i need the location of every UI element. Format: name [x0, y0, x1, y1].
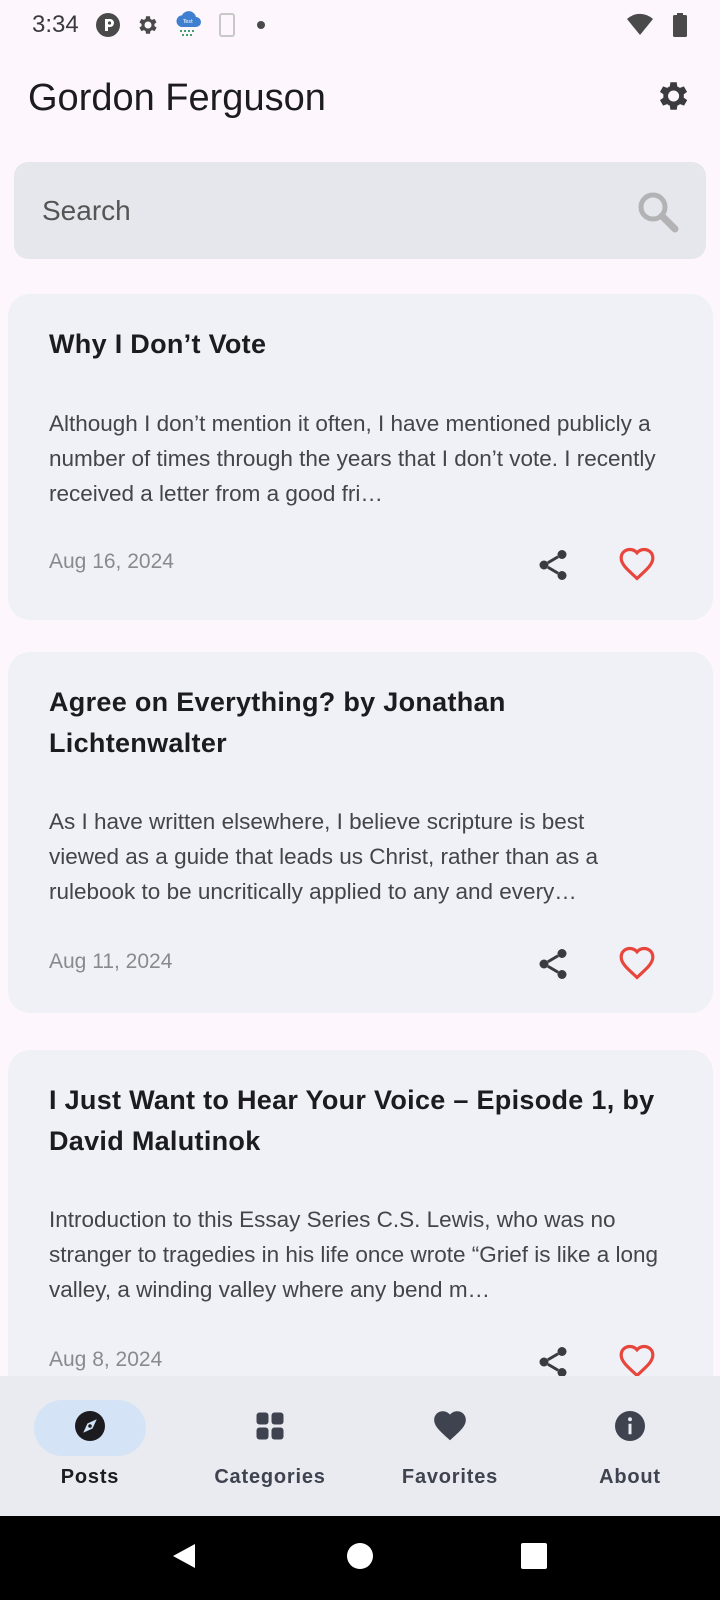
recents-square-icon — [520, 1542, 548, 1575]
post-title: I Just Want to Hear Your Voice – Episode… — [49, 1085, 655, 1156]
post-excerpt: As I have written elsewhere, I believe s… — [49, 809, 599, 904]
share-icon — [535, 547, 571, 588]
nav-label: Categories — [214, 1466, 326, 1488]
svg-text:Test: Test — [182, 19, 193, 25]
nav-item-categories[interactable]: Categories — [180, 1376, 360, 1516]
status-icons-left: Test — [95, 11, 271, 39]
status-time: 3:34 — [32, 11, 79, 38]
gear-icon — [653, 77, 691, 120]
post-excerpt: Introduction to this Essay Series C.S. L… — [49, 1207, 659, 1302]
nav-item-about[interactable]: About — [540, 1376, 720, 1516]
back-button[interactable] — [145, 1516, 225, 1600]
favorite-button[interactable] — [612, 941, 662, 991]
favorite-button[interactable] — [612, 1339, 662, 1376]
heart-outline-icon — [618, 945, 656, 988]
heart-outline-icon — [618, 546, 656, 589]
share-button[interactable] — [528, 542, 578, 592]
wifi-icon — [626, 13, 654, 37]
search-input[interactable] — [42, 194, 634, 227]
share-icon — [535, 946, 571, 987]
posts-feed[interactable]: Why I Don’t Vote Although I don’t mentio… — [0, 294, 720, 1376]
cloud-test-icon: Test — [173, 11, 203, 39]
nav-pill — [574, 1400, 686, 1456]
app-title: Gordon Ferguson — [28, 76, 326, 119]
nav-label: Favorites — [401, 1466, 499, 1488]
system-navigation-bar — [0, 1516, 720, 1600]
post-date: Aug 8, 2024 — [49, 1348, 163, 1371]
info-icon — [612, 1408, 648, 1449]
post-title: Why I Don’t Vote — [49, 329, 267, 359]
search-box — [14, 162, 706, 259]
search-icon[interactable] — [634, 188, 680, 234]
home-button[interactable] — [320, 1516, 400, 1600]
battery-icon — [672, 12, 688, 38]
post-card[interactable]: Agree on Everything? by Jonathan Lichten… — [8, 652, 713, 1013]
post-title: Agree on Everything? by Jonathan Lichten… — [49, 687, 506, 758]
dot-icon — [251, 15, 271, 35]
p-circle-icon — [95, 12, 121, 38]
nav-item-favorites[interactable]: Favorites — [360, 1376, 540, 1516]
post-excerpt: Although I don’t mention it often, I hav… — [49, 411, 656, 506]
home-circle-icon — [345, 1541, 375, 1576]
settings-button[interactable] — [652, 78, 692, 118]
nav-item-posts[interactable]: Posts — [0, 1376, 180, 1516]
nav-label: Posts — [60, 1466, 120, 1488]
bottom-navigation: Posts Categories Favorites About — [0, 1376, 720, 1516]
back-triangle-icon — [169, 1540, 201, 1577]
heart-outline-icon — [618, 1343, 656, 1376]
post-card[interactable]: I Just Want to Hear Your Voice – Episode… — [8, 1050, 713, 1376]
nav-pill — [394, 1400, 506, 1456]
grid-icon — [252, 1408, 288, 1449]
gear-icon — [135, 13, 159, 37]
app-bar: Gordon Ferguson — [0, 50, 720, 146]
heart-icon — [431, 1407, 469, 1450]
favorite-button[interactable] — [612, 542, 662, 592]
post-date: Aug 16, 2024 — [49, 550, 174, 573]
status-bar: 3:34 Test — [0, 0, 720, 50]
status-icons-right — [626, 12, 688, 38]
recents-button[interactable] — [494, 1516, 574, 1600]
nav-pill — [214, 1400, 326, 1456]
phone-icon — [217, 12, 237, 38]
nav-pill — [34, 1400, 146, 1456]
share-button[interactable] — [528, 1339, 578, 1376]
post-date: Aug 11, 2024 — [49, 950, 173, 973]
share-icon — [535, 1344, 571, 1376]
post-card[interactable]: Why I Don’t Vote Although I don’t mentio… — [8, 294, 713, 620]
share-button[interactable] — [528, 941, 578, 991]
nav-label: About — [599, 1466, 661, 1488]
compass-icon — [72, 1408, 108, 1449]
